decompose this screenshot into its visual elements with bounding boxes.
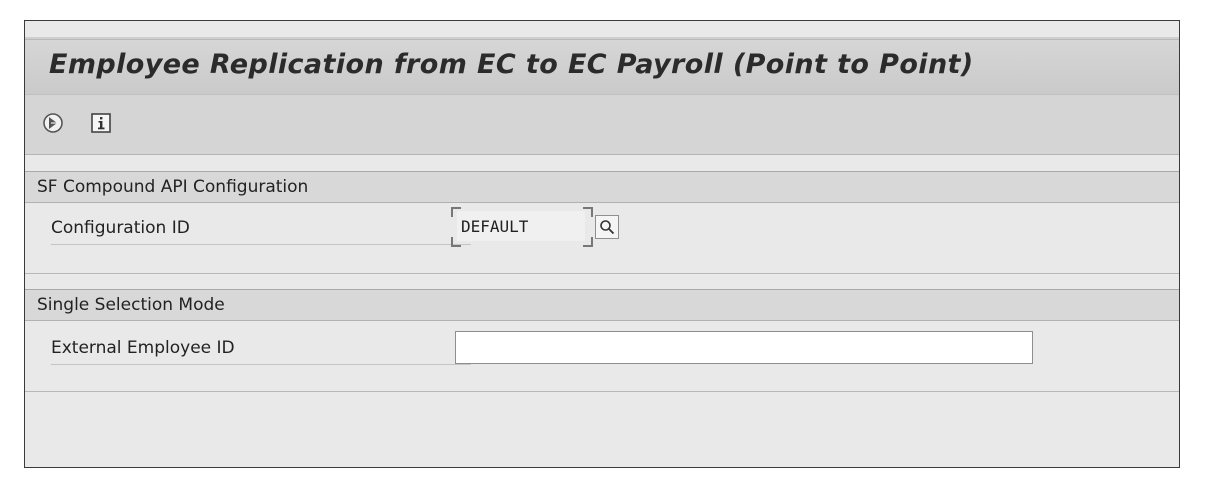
search-help-button[interactable] (595, 215, 619, 239)
external-employee-id-input[interactable] (455, 331, 1033, 364)
search-icon (600, 220, 615, 235)
execute-icon[interactable] (41, 111, 65, 135)
report-window: Employee Replication from EC to EC Payro… (24, 20, 1180, 468)
section-header-sf-compound-api: SF Compound API Configuration (25, 171, 1179, 203)
section-header-single-selection: Single Selection Mode (25, 289, 1179, 321)
section-divider (25, 391, 1179, 392)
info-icon[interactable] (89, 111, 113, 135)
page-title: Employee Replication from EC to EC Payro… (49, 49, 974, 80)
field-label-configuration-id: Configuration ID (51, 211, 471, 245)
title-bar: Employee Replication from EC to EC Payro… (25, 39, 1179, 95)
application-toolbar (25, 95, 1179, 155)
configuration-id-input[interactable] (457, 211, 585, 241)
field-label-external-employee-id: External Employee ID (51, 331, 471, 365)
section-divider (25, 273, 1179, 274)
configuration-id-field (451, 207, 593, 247)
